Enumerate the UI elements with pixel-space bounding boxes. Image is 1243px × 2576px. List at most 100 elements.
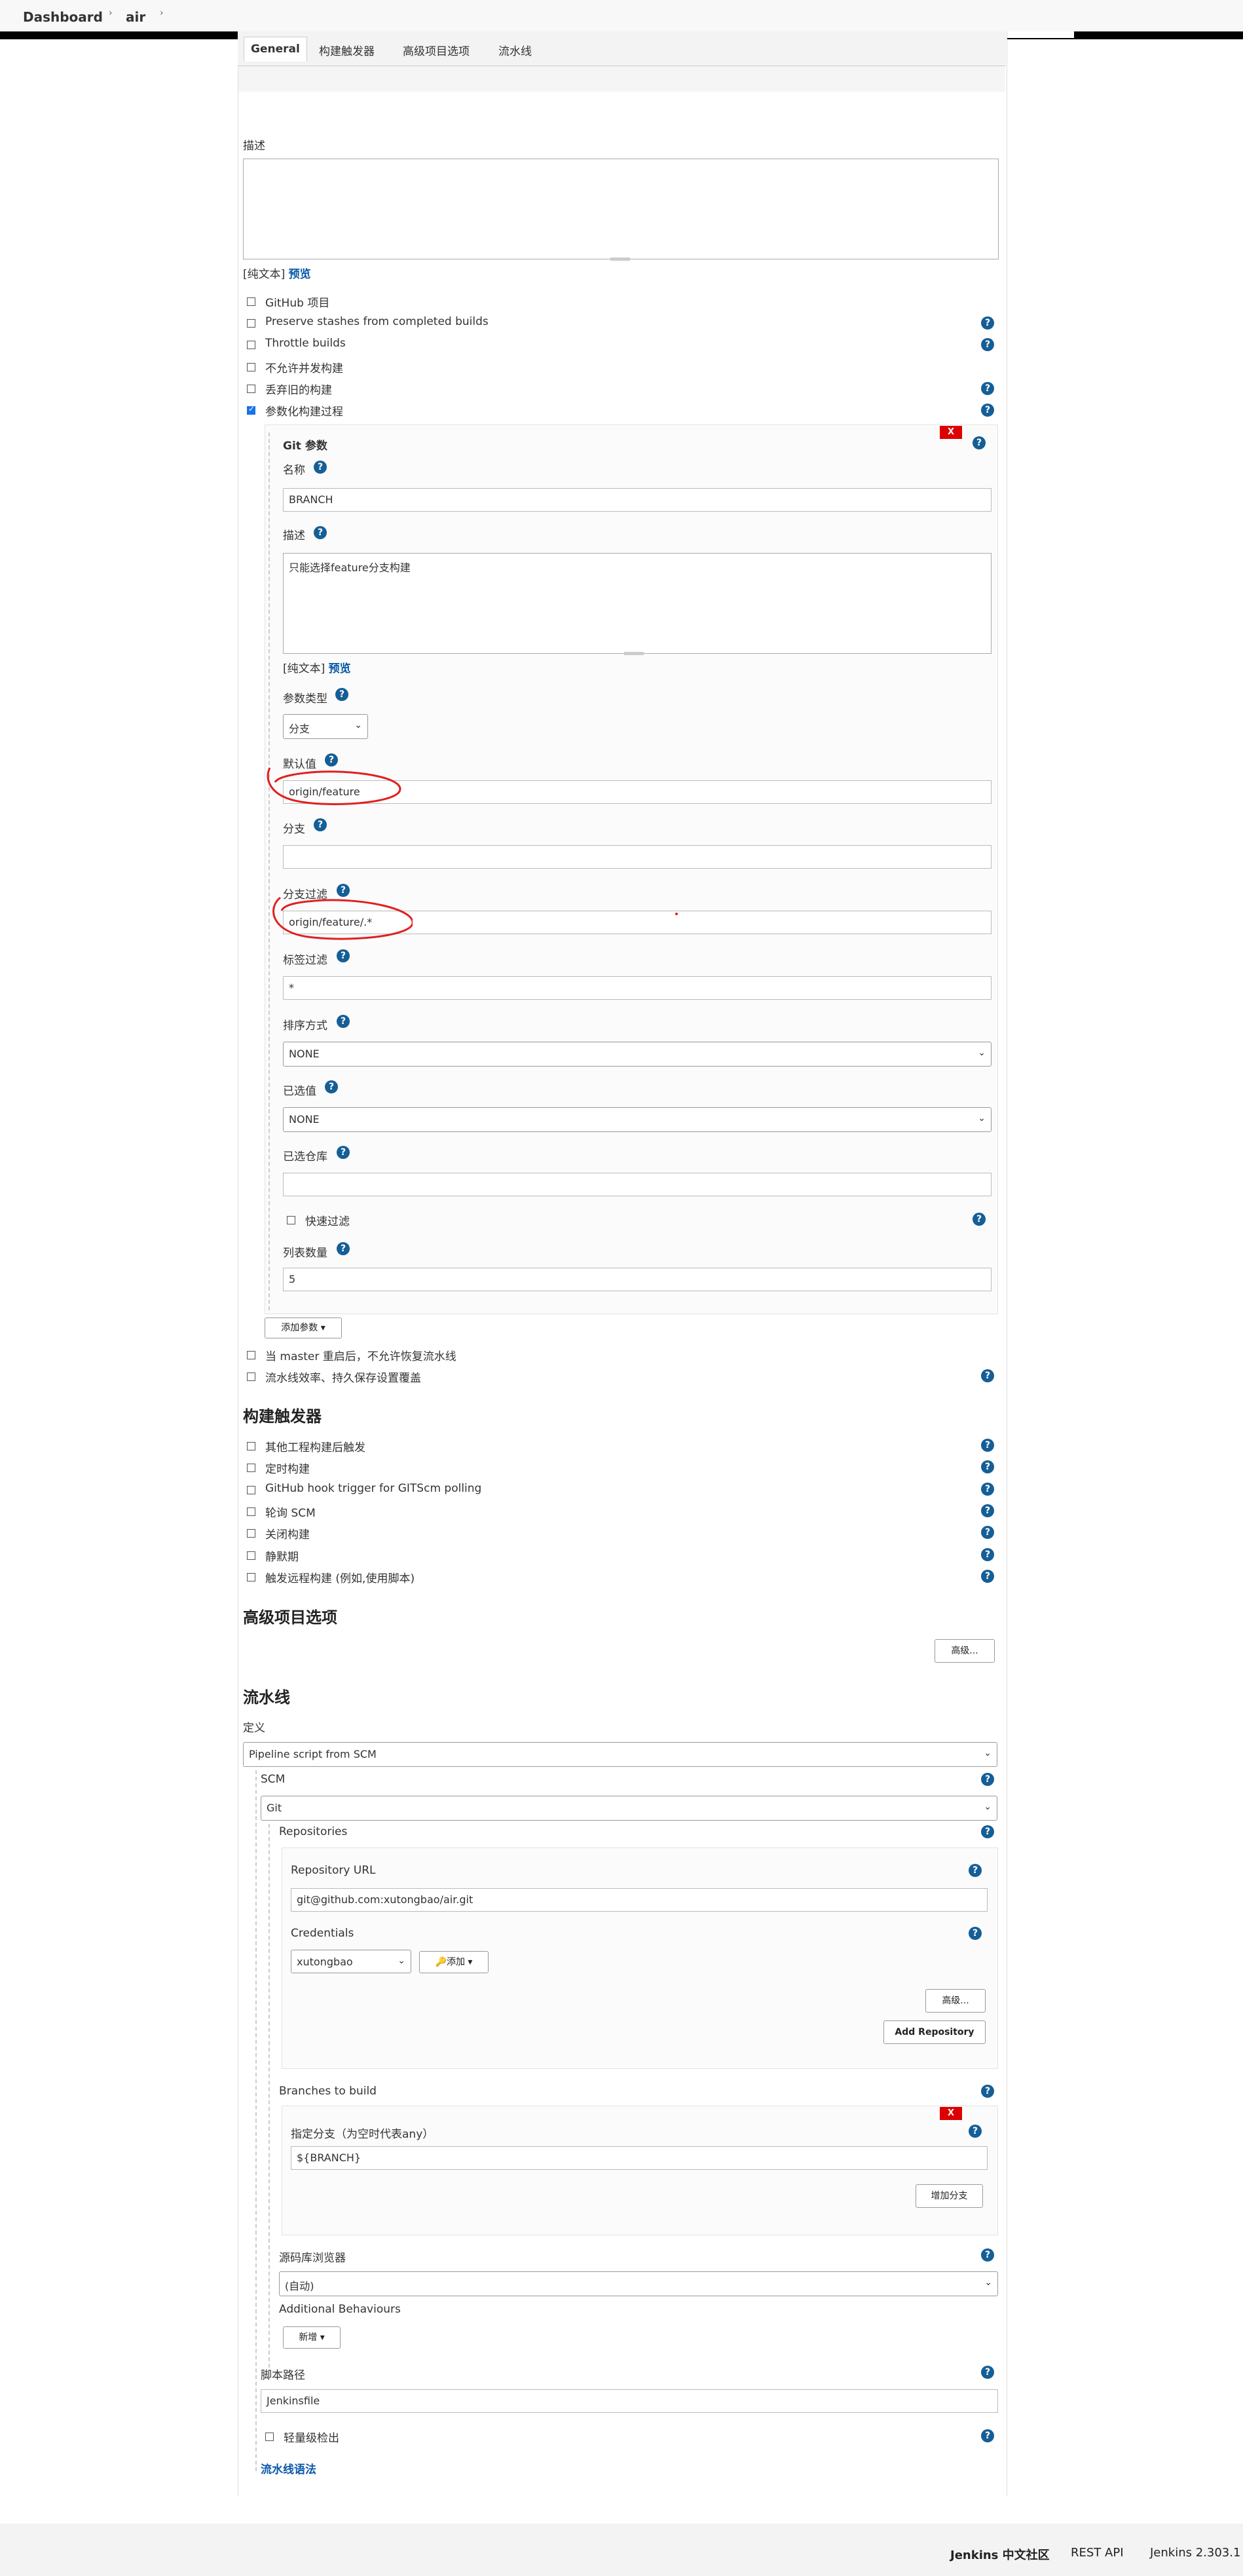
option-preserve-stashes: Preserve stashes from completed builds bbox=[265, 315, 489, 328]
trigger-after-other: 其他工程构建后触发 bbox=[265, 1441, 365, 1454]
definition-select[interactable]: Pipeline script from SCM ⌄ bbox=[243, 1742, 997, 1767]
trigger-checkbox[interactable] bbox=[247, 1573, 255, 1582]
help-icon[interactable]: ? bbox=[981, 1504, 994, 1517]
tab-pipeline[interactable]: 流水线 bbox=[498, 42, 532, 58]
param-plain-text-label: [纯文本] 预览 bbox=[283, 662, 351, 675]
help-icon[interactable]: ? bbox=[981, 404, 994, 417]
help-icon[interactable]: ? bbox=[337, 1015, 350, 1028]
branch-spec-input[interactable]: ${BRANCH} bbox=[291, 2146, 988, 2170]
help-icon[interactable]: ? bbox=[337, 1242, 350, 1255]
option-checkbox[interactable] bbox=[247, 363, 255, 371]
pipeline-section-title: 流水线 bbox=[243, 1688, 290, 1707]
param-description-textarea[interactable]: 只能选择feature分支构建 bbox=[283, 553, 992, 655]
help-icon[interactable]: ? bbox=[981, 2429, 994, 2442]
help-icon[interactable]: ? bbox=[981, 1548, 994, 1561]
help-icon[interactable]: ? bbox=[335, 688, 348, 701]
option-checkbox[interactable] bbox=[247, 341, 255, 349]
delete-branch-button[interactable]: X bbox=[940, 2107, 962, 2120]
delete-param-button[interactable]: X bbox=[940, 426, 962, 439]
community-link[interactable]: Jenkins 中文社区 bbox=[950, 2546, 1050, 2563]
trigger-checkbox[interactable] bbox=[247, 1442, 255, 1450]
pipeline-syntax-link[interactable]: 流水线语法 bbox=[261, 2460, 316, 2476]
credentials-select[interactable]: xutongbao ⌄ bbox=[291, 1950, 411, 1973]
scm-select[interactable]: Git ⌄ bbox=[261, 1796, 997, 1821]
description-textarea[interactable] bbox=[243, 159, 999, 261]
resize-handle[interactable] bbox=[624, 652, 644, 655]
chevron-down-icon: ⌄ bbox=[984, 2277, 992, 2288]
breadcrumb-dashboard[interactable]: Dashboard bbox=[23, 9, 103, 25]
sort-label: 排序方式 bbox=[283, 1019, 327, 1032]
triggers-section-title: 构建触发器 bbox=[243, 1407, 322, 1426]
add-behaviour-button[interactable]: 新增 ▾ bbox=[283, 2326, 341, 2349]
tag-filter-input[interactable]: * bbox=[283, 976, 992, 1000]
breadcrumb-air[interactable]: air bbox=[126, 9, 145, 25]
help-icon[interactable]: ? bbox=[981, 1773, 994, 1786]
script-path-input[interactable]: Jenkinsfile bbox=[261, 2389, 998, 2413]
help-icon[interactable]: ? bbox=[973, 436, 986, 449]
tab-advanced[interactable]: 高级项目选项 bbox=[403, 42, 470, 58]
name-input[interactable]: BRANCH bbox=[283, 488, 992, 512]
add-branch-button[interactable]: 增加分支 bbox=[916, 2184, 983, 2208]
lightweight-checkbox[interactable] bbox=[265, 2433, 274, 2441]
help-icon[interactable]: ? bbox=[981, 338, 994, 351]
add-credentials-button[interactable]: 🔑添加 ▾ bbox=[419, 1951, 489, 1973]
rest-api-link[interactable]: REST API bbox=[1071, 2546, 1124, 2560]
help-icon[interactable]: ? bbox=[314, 461, 327, 474]
help-icon[interactable]: ? bbox=[981, 2366, 994, 2379]
tab-general[interactable]: General bbox=[244, 37, 307, 62]
help-icon[interactable]: ? bbox=[973, 1213, 986, 1226]
help-icon[interactable]: ? bbox=[981, 382, 994, 395]
header-bar-gap bbox=[1005, 31, 1074, 38]
trigger-checkbox[interactable] bbox=[247, 1486, 255, 1494]
version-link[interactable]: Jenkins 2.303.1 bbox=[1150, 2546, 1240, 2560]
repo-advanced-button[interactable]: 高级... bbox=[925, 1989, 986, 2013]
repo-url-input[interactable]: git@github.com:xutongbao/air.git bbox=[291, 1888, 988, 1912]
selected-value-select[interactable]: NONE ⌄ bbox=[283, 1107, 992, 1132]
list-count-input[interactable]: 5 bbox=[283, 1268, 992, 1291]
option-checkbox[interactable] bbox=[247, 319, 255, 328]
chevron-right-icon: › bbox=[160, 8, 164, 18]
help-icon[interactable]: ? bbox=[969, 1864, 982, 1877]
selected-repo-input[interactable] bbox=[283, 1173, 992, 1196]
sort-select[interactable]: NONE ⌄ bbox=[283, 1042, 992, 1067]
option-checkbox[interactable] bbox=[247, 1351, 255, 1359]
help-icon[interactable]: ? bbox=[981, 1439, 994, 1452]
trigger-checkbox[interactable] bbox=[247, 1507, 255, 1516]
help-icon[interactable]: ? bbox=[981, 1460, 994, 1473]
option-checkbox-checked[interactable] bbox=[247, 404, 255, 415]
help-icon[interactable]: ? bbox=[981, 1369, 994, 1382]
help-icon[interactable]: ? bbox=[337, 1146, 350, 1159]
trigger-checkbox[interactable] bbox=[247, 1551, 255, 1560]
script-path-label: 脚本路径 bbox=[261, 2369, 305, 2382]
list-count-label: 列表数量 bbox=[283, 1247, 327, 1260]
option-checkbox[interactable] bbox=[247, 1373, 255, 1381]
scm-drag-handle bbox=[255, 1770, 257, 2471]
tab-triggers[interactable]: 构建触发器 bbox=[319, 42, 375, 58]
advanced-button[interactable]: 高级... bbox=[935, 1639, 995, 1663]
trigger-checkbox[interactable] bbox=[247, 1464, 255, 1472]
help-icon[interactable]: ? bbox=[981, 316, 994, 330]
help-icon[interactable]: ? bbox=[981, 1483, 994, 1496]
help-icon[interactable]: ? bbox=[981, 1570, 994, 1583]
add-parameter-button[interactable]: 添加参数 ▾ bbox=[265, 1317, 342, 1338]
param-type-select[interactable]: 分支 ⌄ bbox=[283, 714, 368, 739]
option-checkbox[interactable] bbox=[247, 297, 255, 306]
repo-browser-select[interactable]: (自动) ⌄ bbox=[279, 2271, 998, 2296]
preview-link[interactable]: 预览 bbox=[289, 268, 311, 281]
help-icon[interactable]: ? bbox=[981, 2248, 994, 2262]
option-discard-old: 丢弃旧的构建 bbox=[265, 384, 332, 397]
quick-filter-checkbox[interactable] bbox=[287, 1216, 295, 1224]
option-throttle-builds: Throttle builds bbox=[265, 337, 346, 350]
help-icon[interactable]: ? bbox=[981, 1825, 994, 1838]
param-preview-link[interactable]: 预览 bbox=[329, 662, 351, 675]
help-icon[interactable]: ? bbox=[981, 1526, 994, 1539]
help-icon[interactable]: ? bbox=[325, 1080, 338, 1093]
help-icon[interactable]: ? bbox=[969, 1927, 982, 1940]
trigger-checkbox[interactable] bbox=[247, 1529, 255, 1538]
resize-handle[interactable] bbox=[610, 257, 630, 261]
help-icon[interactable]: ? bbox=[981, 2085, 994, 2098]
help-icon[interactable]: ? bbox=[969, 2125, 982, 2138]
help-icon[interactable]: ? bbox=[314, 526, 327, 539]
option-checkbox[interactable] bbox=[247, 385, 255, 393]
add-repository-button[interactable]: Add Repository bbox=[883, 2020, 986, 2044]
